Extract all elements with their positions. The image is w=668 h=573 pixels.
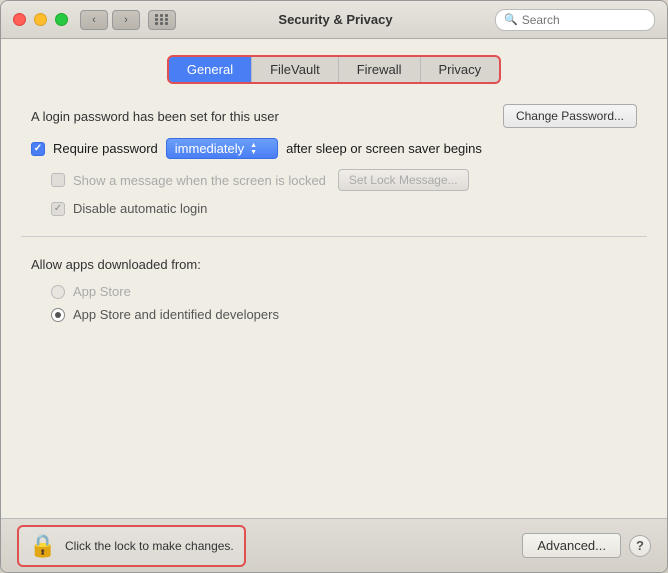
maximize-button[interactable]	[55, 13, 68, 26]
bottom-bar: 🔒 Click the lock to make changes. Advanc…	[1, 518, 667, 572]
titlebar: ‹ › Security & Privacy 🔍	[1, 1, 667, 39]
immediately-label: immediately	[175, 141, 244, 156]
settings-area: A login password has been set for this u…	[21, 104, 647, 518]
downloads-section: Allow apps downloaded from: App Store Ap…	[21, 237, 647, 518]
app-store-identified-label: App Store and identified developers	[73, 307, 279, 322]
require-password-checkbox[interactable]	[31, 142, 45, 156]
close-button[interactable]	[13, 13, 26, 26]
window-title: Security & Privacy	[176, 12, 495, 27]
immediately-dropdown[interactable]: immediately ▲▼	[166, 138, 278, 159]
tabs-container: General FileVault Firewall Privacy	[21, 55, 647, 84]
search-icon: 🔍	[504, 13, 518, 26]
disable-autologin-row: Disable automatic login	[21, 201, 647, 216]
login-password-row: A login password has been set for this u…	[21, 104, 647, 128]
show-message-checkbox[interactable]	[51, 173, 65, 187]
forward-button[interactable]: ›	[112, 10, 140, 30]
lock-icon: 🔒	[29, 533, 56, 559]
disable-autologin-label: Disable automatic login	[73, 201, 207, 216]
lock-icon-wrapper: 🔒	[29, 532, 57, 560]
disable-autologin-checkbox[interactable]	[51, 202, 65, 216]
app-store-identified-radio[interactable]	[51, 308, 65, 322]
change-password-button[interactable]: Change Password...	[503, 104, 637, 128]
content-area: General FileVault Firewall Privacy A log…	[1, 39, 667, 518]
downloads-title: Allow apps downloaded from:	[31, 257, 637, 272]
advanced-button[interactable]: Advanced...	[522, 533, 621, 558]
tab-privacy[interactable]: Privacy	[421, 57, 500, 82]
app-store-label: App Store	[73, 284, 131, 299]
traffic-lights	[13, 13, 68, 26]
grid-icon	[155, 14, 169, 25]
lock-text: Click the lock to make changes.	[65, 539, 234, 553]
app-store-identified-radio-row: App Store and identified developers	[31, 307, 637, 322]
chevron-right-icon: ›	[124, 14, 128, 26]
help-button[interactable]: ?	[629, 535, 651, 557]
show-message-row: Show a message when the screen is locked…	[21, 169, 647, 191]
chevron-left-icon: ‹	[92, 14, 96, 26]
tab-firewall[interactable]: Firewall	[339, 57, 421, 82]
minimize-button[interactable]	[34, 13, 47, 26]
bottom-right: Advanced... ?	[522, 533, 651, 558]
back-button[interactable]: ‹	[80, 10, 108, 30]
login-section: A login password has been set for this u…	[21, 104, 647, 237]
tab-filevault[interactable]: FileVault	[252, 57, 339, 82]
set-lock-message-button[interactable]: Set Lock Message...	[338, 169, 469, 191]
require-password-row: Require password immediately ▲▼ after sl…	[21, 138, 647, 159]
app-store-radio[interactable]	[51, 285, 65, 299]
search-input[interactable]	[522, 13, 646, 27]
stepper-icon: ▲▼	[250, 142, 257, 156]
lock-section: 🔒 Click the lock to make changes.	[17, 525, 246, 567]
app-store-radio-row: App Store	[31, 284, 637, 299]
login-password-text: A login password has been set for this u…	[31, 109, 279, 124]
tabs-wrapper: General FileVault Firewall Privacy	[167, 55, 501, 84]
show-message-label: Show a message when the screen is locked	[73, 173, 326, 188]
security-privacy-window: ‹ › Security & Privacy 🔍 General FileVau…	[0, 0, 668, 573]
grid-button[interactable]	[148, 10, 176, 30]
nav-buttons: ‹ ›	[80, 10, 140, 30]
after-sleep-text: after sleep or screen saver begins	[286, 141, 482, 156]
tab-general[interactable]: General	[169, 57, 252, 82]
require-password-label: Require password	[53, 141, 158, 156]
search-box[interactable]: 🔍	[495, 9, 655, 31]
